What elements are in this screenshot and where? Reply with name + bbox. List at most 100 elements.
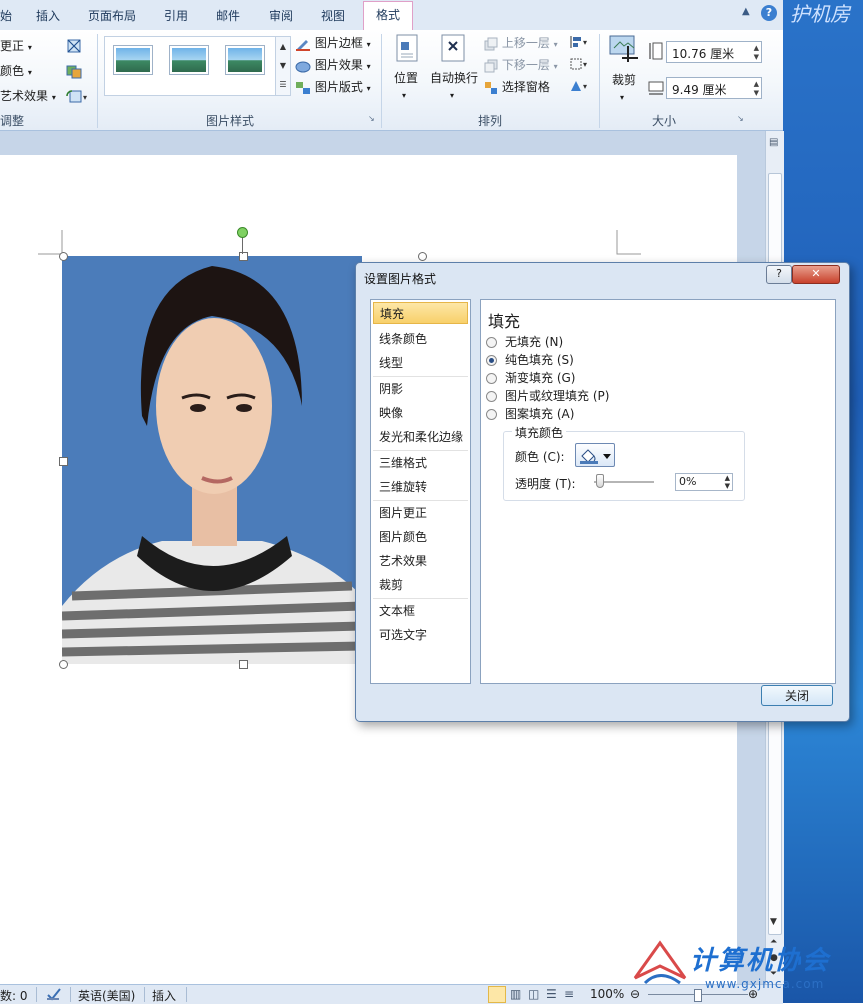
resize-handle[interactable] [59,457,68,466]
rotation-handle[interactable] [237,227,248,238]
dialog-launcher-icon[interactable]: ↘ [368,114,375,123]
spin-down-icon[interactable]: ▼ [725,482,730,490]
nav-3d-format[interactable]: 三维格式 [373,452,468,474]
zoom-out-icon[interactable]: ⊖ [630,987,640,1001]
resize-handle[interactable] [239,660,248,669]
compress-pictures-icon[interactable] [66,38,82,57]
tab-view[interactable]: 视图 [321,6,345,26]
resize-handle[interactable] [239,252,248,261]
spin-down-icon[interactable]: ▼ [754,53,759,61]
selected-photo[interactable] [62,256,362,664]
zoom-level[interactable]: 100% [590,987,624,1001]
nav-reflection[interactable]: 映像 [373,402,468,424]
proofing-icon[interactable] [46,987,62,1004]
spin-up-icon[interactable]: ▲ [754,44,759,52]
spin-up-icon[interactable]: ▲ [754,80,759,88]
picture-border-button[interactable]: 图片边框 ▾ [295,35,371,53]
transparency-input[interactable]: 0% ▲ ▼ [675,473,733,491]
reset-picture-icon[interactable]: ▾ [66,88,90,107]
align-icon[interactable]: ▾ [569,35,591,52]
transparency-value: 0% [679,475,697,488]
help-icon[interactable]: ? [761,5,777,21]
insert-mode-indicator[interactable]: 插入 [152,987,176,1004]
nav-shadow[interactable]: 阴影 [373,378,468,400]
crop-button[interactable] [608,34,640,69]
resize-handle[interactable] [59,252,68,261]
nav-glow-soft-edges[interactable]: 发光和柔化边缘 [373,426,468,448]
rotate-icon[interactable]: ▾ [569,79,591,96]
solid-fill-option[interactable]: 纯色填充 (S) [486,352,574,368]
tab-insert[interactable]: 插入 [36,6,60,26]
change-picture-icon[interactable] [66,63,82,82]
minimize-ribbon-icon[interactable]: ▲ [742,6,750,17]
send-backward-button[interactable]: 下移一层 ▾ [484,57,558,75]
radio-button[interactable] [486,409,497,420]
draft-view-icon[interactable]: ≡ [564,987,574,1001]
gallery-scroll-controls[interactable]: ▲ ▼ ☰ [275,36,291,96]
width-spinner[interactable]: 9.49 厘米 ▲ ▼ [666,77,762,99]
artistic-effects-button[interactable]: 艺术效果 ▾ [0,88,56,106]
style-thumbnail[interactable] [225,45,265,75]
style-thumbnail[interactable] [169,45,209,75]
chevron-down-icon: ▾ [366,40,371,49]
radio-button[interactable] [486,391,497,402]
language-indicator[interactable]: 英语(美国) [78,987,135,1004]
radio-button[interactable] [486,337,497,348]
nav-line-style[interactable]: 线型 [373,352,468,374]
pattern-fill-option[interactable]: 图案填充 (A) [486,406,574,422]
wrap-text-button[interactable] [440,34,466,67]
color-label: 颜色 (C): [515,450,565,464]
bring-forward-button[interactable]: 上移一层 ▾ [484,35,558,53]
no-fill-option[interactable]: 无填充 (N) [486,334,563,350]
nav-picture-color[interactable]: 图片颜色 [373,526,468,548]
word-count[interactable]: 数: 0 [0,987,28,1004]
option-label: 纯色填充 (S) [505,353,574,367]
nav-crop[interactable]: 裁剪 [373,574,468,596]
full-screen-reading-view-icon[interactable]: ▥ [510,987,521,1001]
resize-handle[interactable] [59,660,68,669]
radio-button[interactable] [486,373,497,384]
spin-down-icon[interactable]: ▼ [754,89,759,97]
selection-pane-button[interactable]: 选择窗格 [484,79,550,95]
tab-page-layout[interactable]: 页面布局 [88,6,136,26]
style-thumbnail[interactable] [113,45,153,75]
group-objects-icon[interactable]: ▾ [569,57,591,74]
tab-review[interactable]: 审阅 [269,6,293,26]
web-layout-view-icon[interactable]: ◫ [528,987,539,1001]
tab-mailings[interactable]: 邮件 [216,6,240,26]
close-button[interactable]: 关闭 [761,685,833,706]
dialog-close-icon[interactable]: ✕ [792,265,840,284]
picture-effects-button[interactable]: 图片效果 ▾ [295,57,371,75]
corrections-button[interactable]: 更正 ▾ [0,38,32,56]
dialog-help-button[interactable]: ? [766,265,792,284]
color-picker-button[interactable] [575,443,615,467]
nav-line-color[interactable]: 线条颜色 [373,328,468,350]
picture-texture-fill-option[interactable]: 图片或纹理填充 (P) [486,388,609,404]
transparency-slider-knob[interactable] [596,474,604,488]
picture-styles-gallery[interactable] [104,36,276,96]
spin-up-icon[interactable]: ▲ [725,474,730,482]
nav-text-box[interactable]: 文本框 [373,600,468,622]
outline-view-icon[interactable]: ☰ [546,987,557,1001]
position-button[interactable] [392,34,422,67]
nav-fill[interactable]: 填充 [373,302,468,324]
color-button[interactable]: 颜色 ▾ [0,63,32,81]
gradient-fill-option[interactable]: 渐变填充 (G) [486,370,575,386]
ruler-toggle-icon[interactable]: ▤ [769,137,778,148]
dialog-launcher-icon[interactable]: ↘ [737,114,744,123]
tab-home[interactable]: 始 [0,6,12,26]
paint-bucket-icon [580,449,611,464]
nav-picture-corrections[interactable]: 图片更正 [373,502,468,524]
nav-3d-rotation[interactable]: 三维旋转 [373,476,468,498]
radio-button-selected[interactable] [486,355,497,366]
zoom-slider-knob[interactable] [694,989,702,1002]
picture-layout-button[interactable]: 图片版式 ▾ [295,79,371,97]
nav-alt-text[interactable]: 可选文字 [373,624,468,646]
tab-references[interactable]: 引用 [164,6,188,26]
tab-format[interactable]: 格式 [363,1,414,30]
height-spinner[interactable]: 10.76 厘米 ▲ ▼ [666,41,762,63]
scroll-down-icon[interactable]: ▼ [770,917,777,927]
resize-handle[interactable] [418,252,427,261]
nav-artistic-effects[interactable]: 艺术效果 [373,550,468,572]
print-layout-view-icon[interactable] [488,986,506,1003]
